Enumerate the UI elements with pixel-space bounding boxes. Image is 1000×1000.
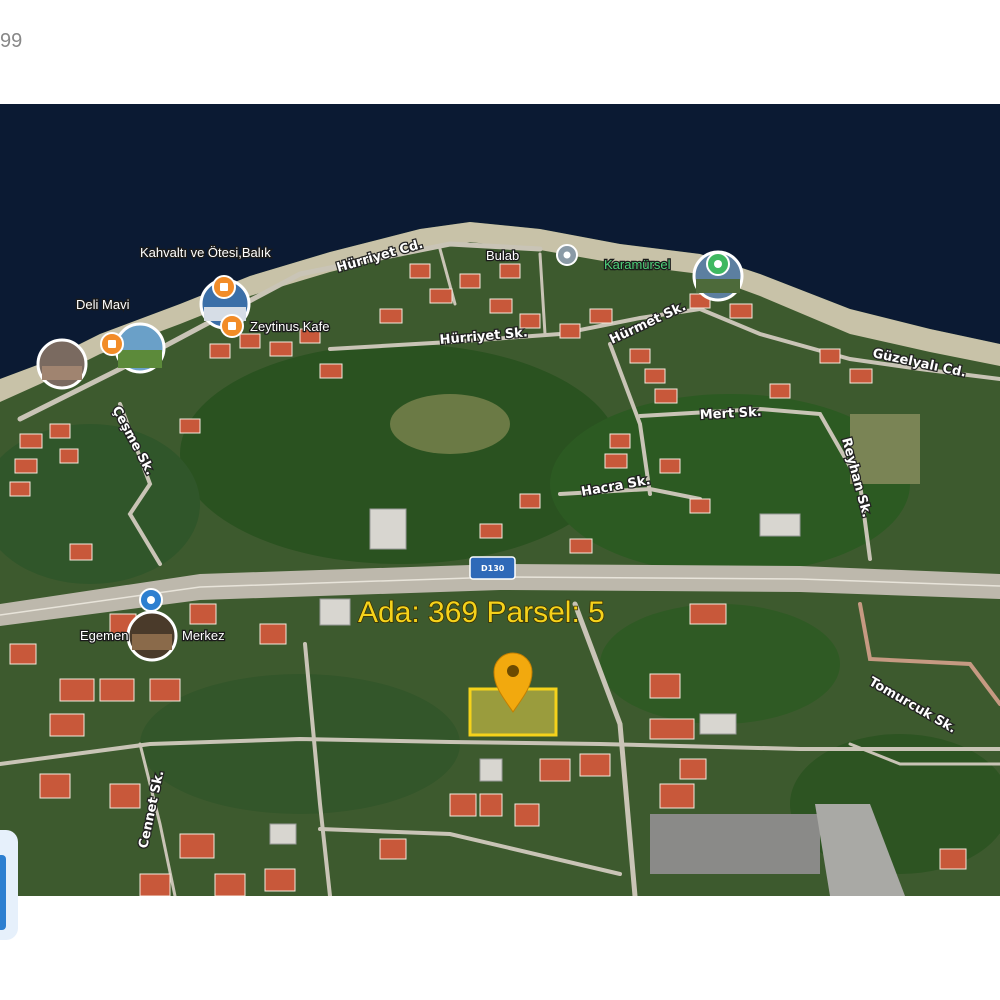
side-panel-handle[interactable] [0,855,6,930]
shopping-pin-icon[interactable] [139,588,163,612]
paved-lot [650,814,820,874]
restaurant-pin-icon[interactable] [212,275,236,299]
poi-photo-thumbnail[interactable] [36,338,88,390]
poi-photo-thumbnail[interactable] [126,610,178,662]
corner-text: 99 [0,30,23,52]
poi-label-kahvalti[interactable]: Kahvaltı ve Ötesi,Balık [139,244,273,262]
cafe-pin-icon[interactable] [220,314,244,338]
restaurant-pin-icon[interactable] [100,332,124,356]
place-pin-icon[interactable] [556,244,578,266]
poi-label-merkez[interactable]: Merkez [181,627,226,645]
poi-label-bulab[interactable]: Bulab [485,247,521,265]
poi-label-egemen[interactable]: Egemen [79,627,130,645]
satellite-map[interactable]: Ada: 369 Parsel: 5 D130 Hürriyet Cd. Hür… [0,104,1000,896]
park-pin-icon[interactable] [706,252,730,276]
poi-label-zeytinus[interactable]: Zeytinus Kafe [249,318,331,336]
clearing [390,394,510,454]
highway-shield-label: D130 [481,564,505,573]
parcel-label: Ada: 369 Parsel: 5 [358,596,605,629]
poi-label-karamursel[interactable]: Karamürsel [603,256,672,274]
highway-shield: D130 [469,556,516,580]
poi-label-deli-mavi[interactable]: Deli Mavi [75,296,131,314]
